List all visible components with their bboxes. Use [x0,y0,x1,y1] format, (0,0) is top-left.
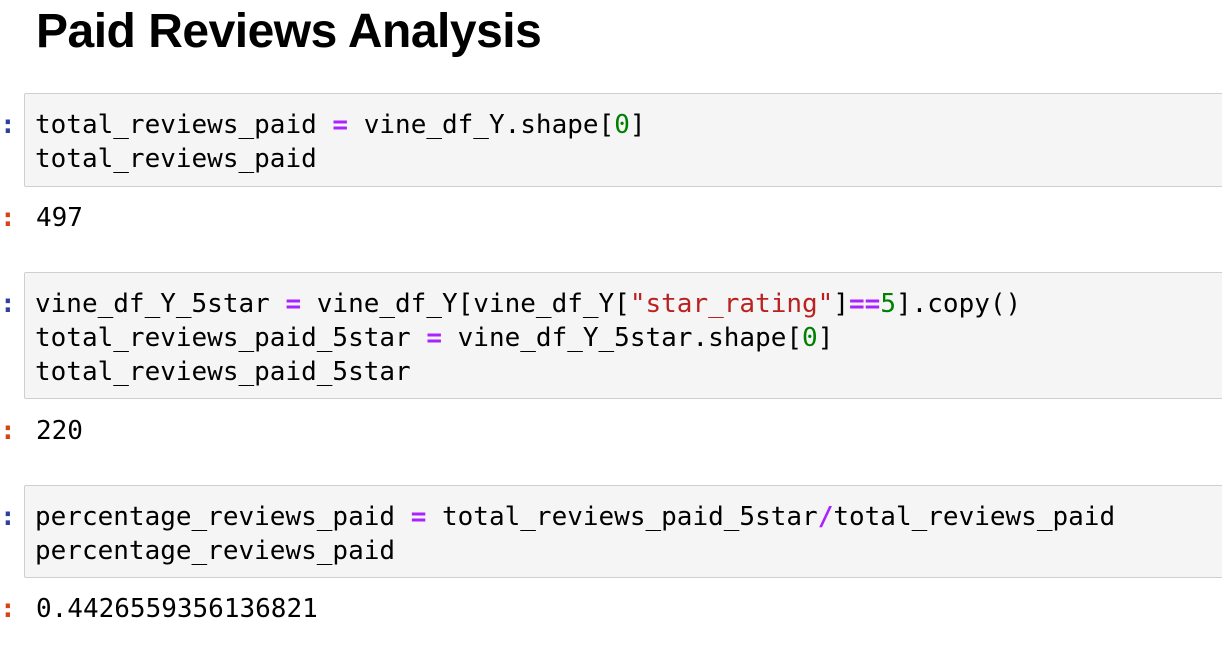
operator-token: = [426,323,442,353]
code-input-area-3[interactable]: percentage_reviews_paid = total_reviews_… [24,485,1222,578]
code-token: total_reviews_paid [35,144,317,174]
number-token: 5 [880,289,896,319]
code-token: ] [833,289,849,319]
code-token: total_reviews_paid_5star [35,323,427,353]
operator-token: = [332,110,349,140]
output-prompt-3: : [0,594,16,624]
operator-token: / [817,502,834,532]
cell-output-1: 497 [36,203,83,233]
code-input-area-2[interactable]: vine_df_Y_5star = vine_df_Y[vine_df_Y["s… [24,272,1222,399]
code-token: vine_df_Y_5star.shape[ [442,323,803,353]
number-token: 0 [802,323,818,353]
code-token: total_reviews_paid [833,502,1116,532]
code-token: total_reviews_paid [35,110,333,140]
code-line: total_reviews_paid_5star = vine_df_Y_5st… [35,321,1222,355]
string-token: "star_rating" [629,289,834,319]
output-prompt-1: : [0,203,16,233]
cell-output-3: 0.4426559356136821 [36,594,318,624]
input-prompt-1: : [0,110,16,140]
operator-token: = [410,502,427,532]
code-input-area-1[interactable]: total_reviews_paid = vine_df_Y.shape[0] … [24,93,1222,187]
code-line: total_reviews_paid = vine_df_Y.shape[0] [35,108,1222,142]
code-line: percentage_reviews_paid [35,534,1222,568]
code-token: ].copy() [895,289,1022,319]
code-token: total_reviews_paid_5star [35,357,411,387]
code-token: vine_df_Y.shape[ [348,110,615,140]
code-token: percentage_reviews_paid [35,536,396,566]
cell-output-2: 220 [36,416,83,446]
code-line: total_reviews_paid [35,142,1222,176]
output-prompt-2: : [0,416,16,446]
code-token: ] [817,323,834,353]
code-token: vine_df_Y[vine_df_Y[ [301,289,630,319]
code-token: ] [629,110,646,140]
input-prompt-3: : [0,502,16,532]
notebook-heading: Paid Reviews Analysis [36,5,542,58]
input-prompt-2: : [0,289,16,319]
code-line: percentage_reviews_paid = total_reviews_… [35,500,1222,534]
code-token: percentage_reviews_paid [35,502,411,532]
code-token: vine_df_Y_5star [35,289,286,319]
operator-token: == [849,289,881,319]
code-line: vine_df_Y_5star = vine_df_Y[vine_df_Y["s… [35,287,1222,321]
code-line: total_reviews_paid_5star [35,355,1222,389]
operator-token: = [285,289,302,319]
number-token: 0 [614,110,630,140]
code-token: total_reviews_paid_5star [426,502,818,532]
